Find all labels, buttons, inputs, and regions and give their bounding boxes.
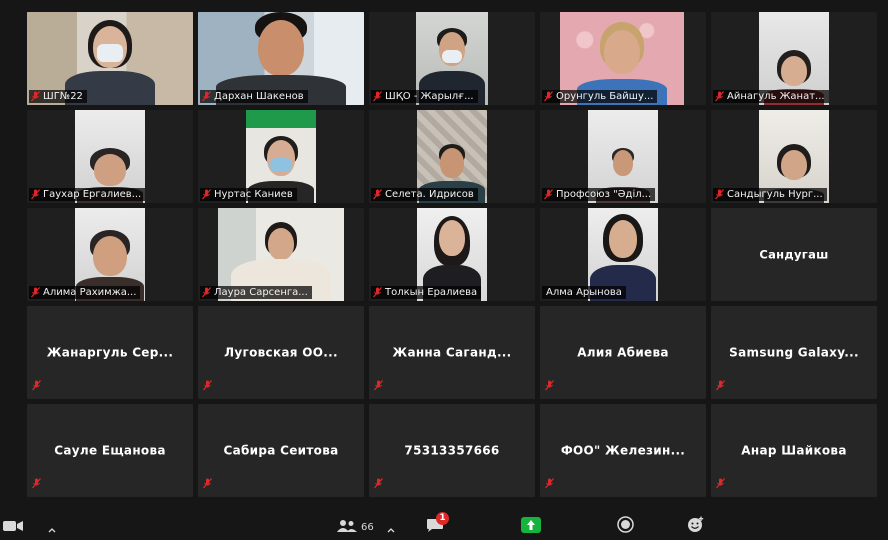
participant-label: Лаура Сарсенга... (200, 286, 312, 299)
muted-mic-icon (373, 91, 382, 102)
muted-mic-icon (715, 91, 724, 102)
muted-mic-icon (716, 474, 725, 493)
participant-name: Сабира Сеитова (223, 442, 339, 457)
participant-name: Дархан Шакенов (214, 91, 304, 102)
participant-name: ШҚО - Жарылғ... (385, 91, 474, 102)
participant-label: Профсоюз "Әділ... (542, 188, 656, 201)
participant-name: Сандугаш (759, 246, 829, 261)
muted-mic-icon (203, 376, 212, 395)
participant-name: Нуртас Каниев (214, 189, 293, 200)
participant-name: Толкын Ералиева (385, 287, 478, 298)
participant-tile[interactable]: Samsung Galaxy... (711, 306, 877, 399)
participant-tile[interactable]: Алима Рахимжа... (27, 208, 193, 301)
muted-mic-icon (373, 287, 382, 298)
muted-mic-icon (374, 474, 383, 493)
share-screen-icon[interactable] (521, 517, 541, 536)
participant-name: ФОО" Железин... (560, 442, 686, 457)
participant-label: Сандыгуль Нург... (713, 188, 827, 201)
participants-icon[interactable] (336, 519, 358, 536)
participant-tile[interactable]: Лаура Сарсенга... (198, 208, 364, 301)
participant-name: Алия Абиева (577, 344, 669, 359)
participant-tile[interactable]: Луговская ОО... (198, 306, 364, 399)
participant-label: Гаухар Ергалиев... (29, 188, 146, 201)
participant-label: Селета. Идрисов (371, 188, 478, 201)
muted-mic-icon (716, 376, 725, 395)
participant-label: Толкын Ералиева (371, 286, 482, 299)
participant-tile[interactable]: ФОО" Железин... (540, 404, 706, 497)
participant-tile[interactable]: Жанаргуль Сер... (27, 306, 193, 399)
muted-mic-icon (545, 376, 554, 395)
participant-label: ШГ№22 (29, 90, 87, 103)
participant-tile[interactable]: Алма Арынова (540, 208, 706, 301)
participant-label: Алима Рахимжа... (29, 286, 141, 299)
participant-name: Луговская ОО... (224, 344, 338, 359)
participant-name: Гаухар Ергалиев... (43, 189, 142, 200)
participant-name: Айнагуль Жанат... (727, 91, 825, 102)
muted-mic-icon (202, 91, 211, 102)
muted-mic-icon (544, 91, 553, 102)
participant-name: Профсоюз "Әділ... (556, 189, 652, 200)
muted-mic-icon (715, 189, 724, 200)
participant-label: Айнагуль Жанат... (713, 90, 829, 103)
participant-tile[interactable]: Сауле Ещанова (27, 404, 193, 497)
participant-label: Нуртас Каниев (200, 188, 297, 201)
muted-mic-icon (203, 474, 212, 493)
participant-name: 75313357666 (404, 442, 500, 457)
muted-mic-icon (374, 376, 383, 395)
chat-icon[interactable]: 1 (426, 512, 449, 536)
participant-name: Сауле Ещанова (54, 442, 166, 457)
participant-tile[interactable]: Нуртас Каниев (198, 110, 364, 203)
participant-grid: ШГ№22 Дархан Шакенов ШҚО - Жарылғ... Ору… (27, 12, 883, 497)
muted-mic-icon (545, 474, 554, 493)
participant-label: ШҚО - Жарылғ... (371, 90, 478, 103)
record-icon[interactable] (617, 516, 634, 536)
participant-tile[interactable]: Сандугаш (711, 208, 877, 301)
participant-tile[interactable]: Сабира Сеитова (198, 404, 364, 497)
muted-mic-icon (373, 189, 382, 200)
participant-label: Дархан Шакенов (200, 90, 308, 103)
participant-name: Алима Рахимжа... (43, 287, 137, 298)
participant-tile[interactable]: Анар Шайкова (711, 404, 877, 497)
participant-name: Алма Арынова (546, 287, 622, 298)
participant-name: Орунгуль Байшу... (556, 91, 654, 102)
participant-name: Samsung Galaxy... (729, 344, 859, 359)
participant-tile[interactable]: Селета. Идрисов (369, 110, 535, 203)
participant-name: ШГ№22 (43, 91, 83, 102)
participant-tile[interactable]: ШҚО - Жарылғ... (369, 12, 535, 105)
participant-tile[interactable]: Жанна Саганд... (369, 306, 535, 399)
participant-tile[interactable]: Профсоюз "Әділ... (540, 110, 706, 203)
participant-name: Жанаргуль Сер... (46, 344, 174, 359)
participants-count: 66 (361, 522, 374, 533)
participant-tile[interactable]: ШГ№22 (27, 12, 193, 105)
participant-label: Алма Арынова (542, 286, 626, 299)
participant-tile[interactable]: Айнагуль Жанат... (711, 12, 877, 105)
participant-label: Орунгуль Байшу... (542, 90, 658, 103)
participant-tile[interactable]: Гаухар Ергалиев... (27, 110, 193, 203)
participant-tile[interactable]: Алия Абиева (540, 306, 706, 399)
participant-tile[interactable]: Толкын Ералиева (369, 208, 535, 301)
video-icon[interactable] (2, 519, 24, 536)
muted-mic-icon (544, 189, 553, 200)
participant-name: Селета. Идрисов (385, 189, 474, 200)
muted-mic-icon (202, 189, 211, 200)
participant-tile[interactable]: Сандыгуль Нург... (711, 110, 877, 203)
muted-mic-icon (31, 287, 40, 298)
participant-tile[interactable]: Орунгуль Байшу... (540, 12, 706, 105)
participant-name: Анар Шайкова (741, 442, 847, 457)
participant-name: Лаура Сарсенга... (214, 287, 308, 298)
caret-up-icon[interactable] (48, 525, 56, 536)
chat-badge: 1 (436, 512, 449, 525)
participant-tile[interactable]: 75313357666 (369, 404, 535, 497)
muted-mic-icon (202, 287, 211, 298)
participant-tile[interactable]: Дархан Шакенов (198, 12, 364, 105)
participant-name: Жанна Саганд... (392, 344, 512, 359)
caret-up-icon[interactable] (387, 525, 395, 536)
muted-mic-icon (32, 376, 41, 395)
muted-mic-icon (31, 189, 40, 200)
meeting-toolbar: 66 1 (0, 512, 888, 540)
reactions-icon[interactable] (687, 516, 705, 536)
participant-name: Сандыгуль Нург... (727, 189, 823, 200)
muted-mic-icon (31, 91, 40, 102)
muted-mic-icon (32, 474, 41, 493)
